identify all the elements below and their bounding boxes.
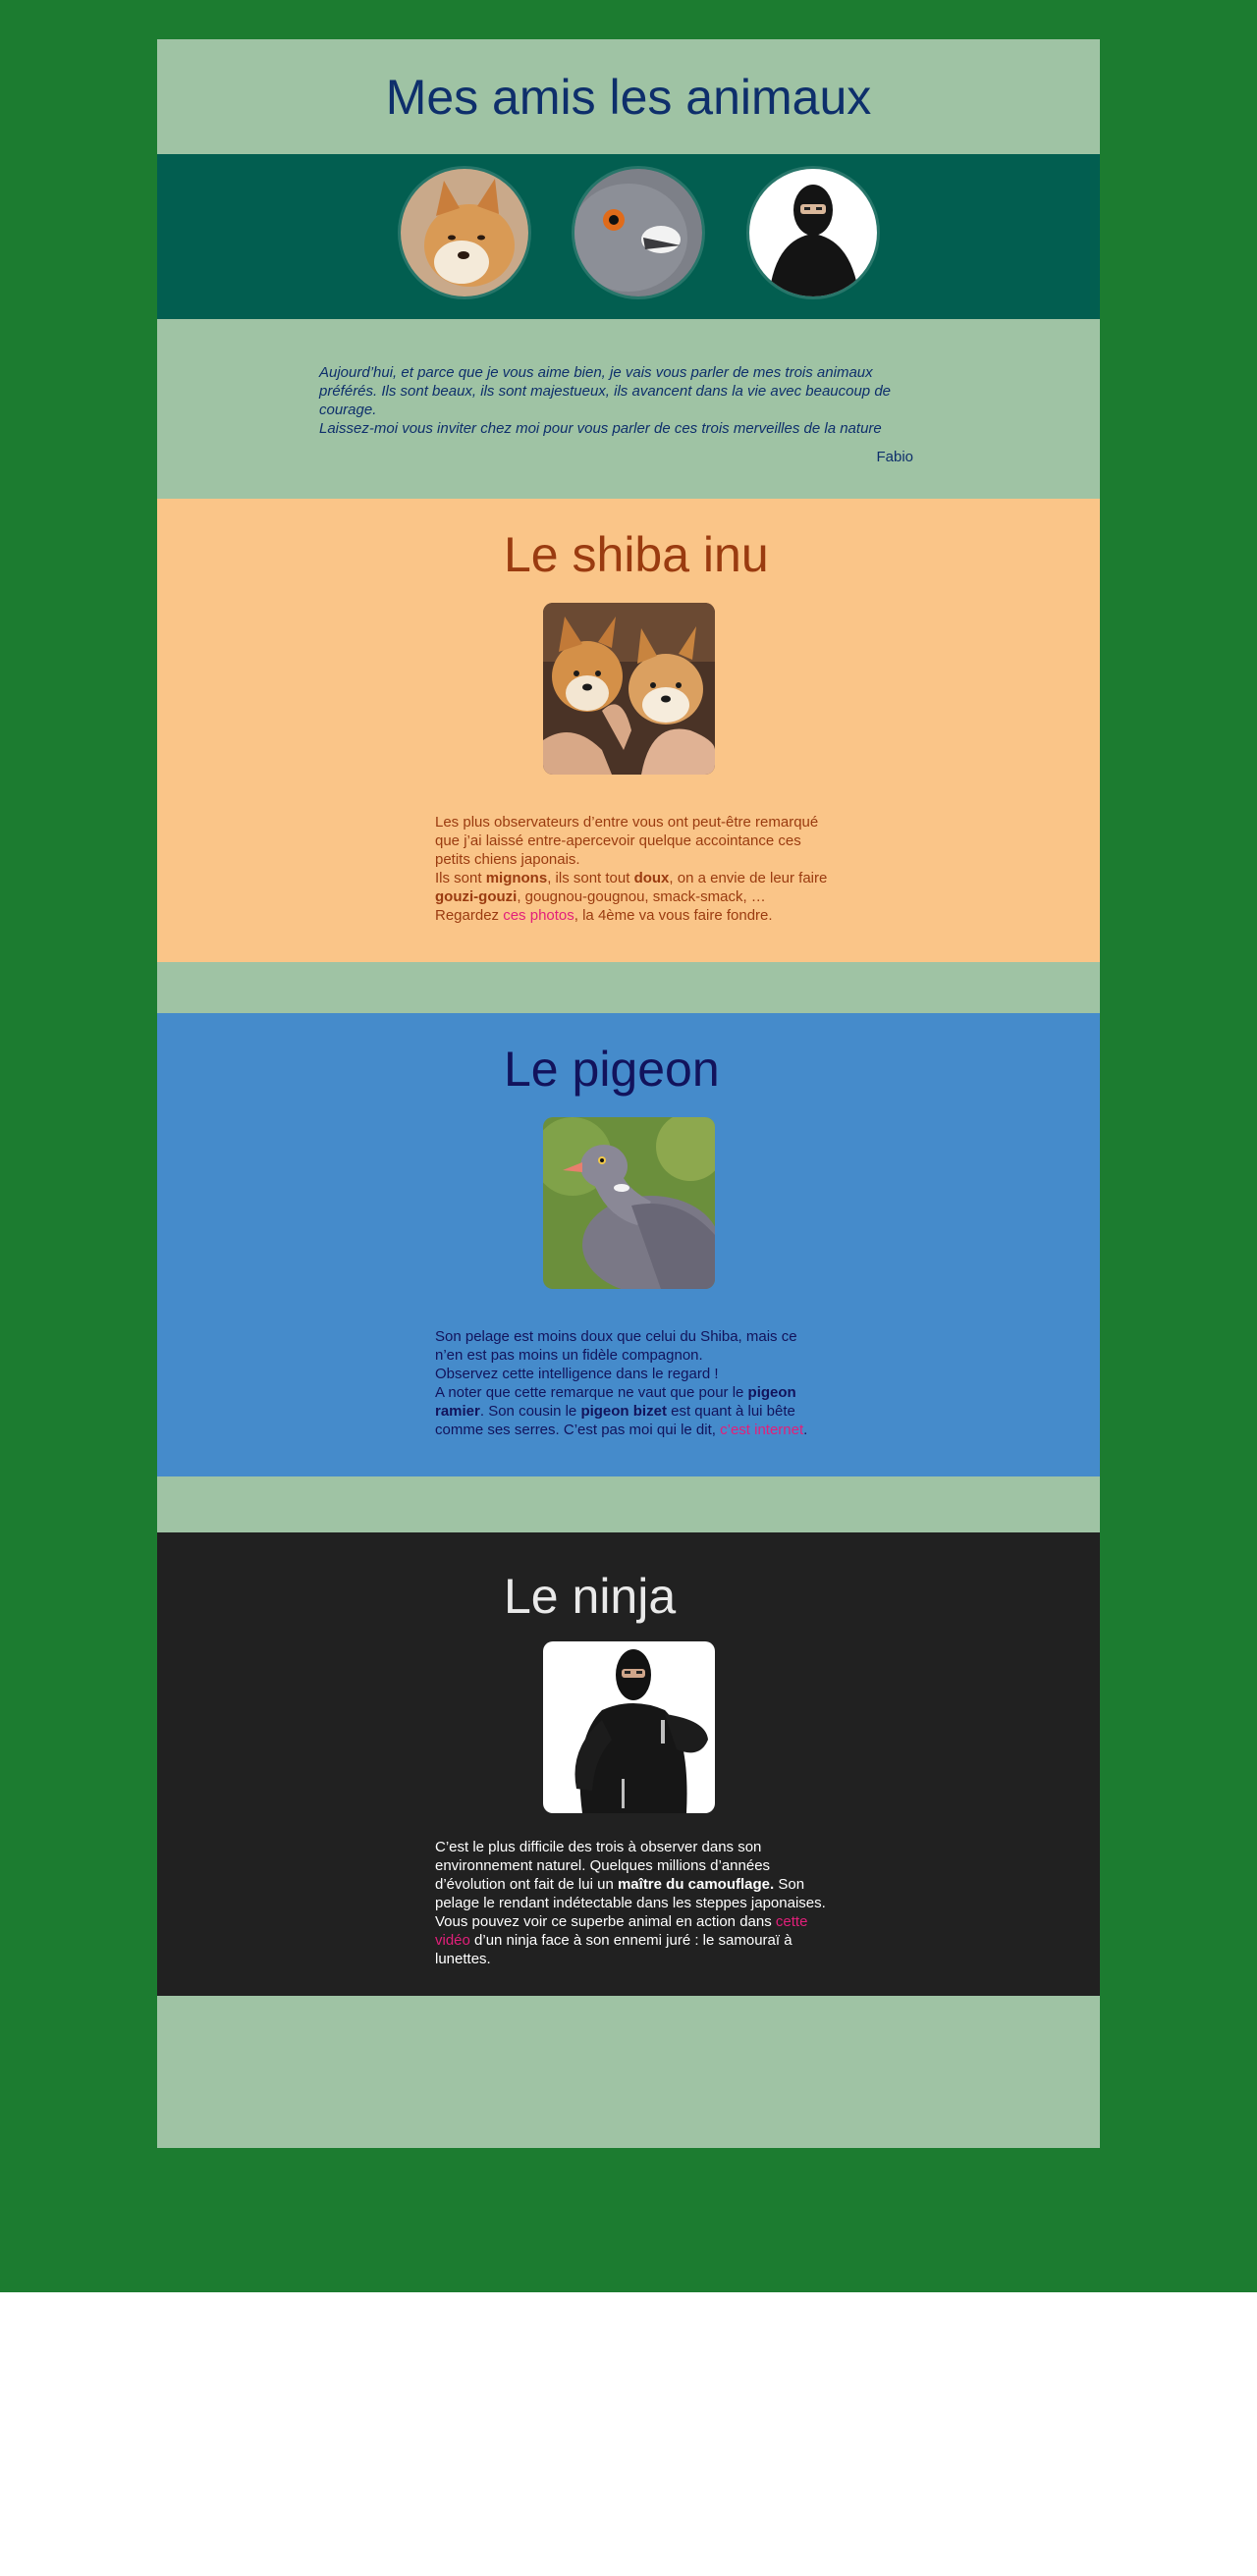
pigeon-paragraph-3: A noter que cette remarque ne vaut que p… (435, 1383, 828, 1439)
shiba-paragraph-1: Les plus observateurs d’entre vous ont p… (435, 814, 819, 868)
ninja-avatar-icon (749, 169, 877, 296)
shiba-avatar-icon (401, 169, 528, 296)
content-container: Mes amis les animaux Aujourd’hui, et par… (157, 39, 1100, 2148)
text-span: A noter que cette remarque ne vaut que p… (435, 1384, 748, 1401)
shiba-description: Les plus observateurs d’entre vous ont p… (435, 813, 828, 925)
text-span: , gougnou-gougnou, smack-smack, … (517, 888, 766, 905)
shiba-paragraph-2: Ils sont mignons, ils sont tout doux, on… (435, 869, 828, 906)
text-span: d’un ninja face à son ennemi juré : le s… (435, 1932, 792, 1967)
intro-invitation: Laissez-moi vous inviter chez moi pour v… (319, 420, 882, 437)
author-signature: Fabio (876, 449, 913, 465)
ninja-section: Le ninja C’est le plus difficile des tro… (157, 1532, 1100, 1996)
text-span: Vous pouvez voir ce superbe animal en ac… (435, 1913, 776, 1930)
bold-text: doux (633, 870, 670, 886)
pigeon-photo (543, 1117, 715, 1289)
avatar-band (157, 154, 1100, 319)
ninja-description: C’est le plus difficile des trois à obse… (435, 1838, 828, 1968)
shiba-title: Le shiba inu (504, 527, 769, 582)
pigeon-paragraph-2: Observez cette intelligence dans le rega… (435, 1366, 719, 1382)
pigeon-paragraph-1: Son pelage est moins doux que celui du S… (435, 1328, 797, 1364)
text-span: , la 4ème va vous faire fondre. (574, 907, 773, 924)
pigeon-title: Le pigeon (504, 1042, 720, 1097)
bold-text: pigeon bizet (580, 1403, 667, 1420)
text-span: , on a envie de leur faire (669, 870, 828, 886)
pigeon-internet-link[interactable]: c’est internet (720, 1422, 803, 1438)
shiba-paragraph-3: Regardez ces photos, la 4ème va vous fai… (435, 906, 828, 925)
text-span: . (803, 1422, 808, 1438)
ninja-paragraph-2: Vous pouvez voir ce superbe animal en ac… (435, 1912, 828, 1968)
intro-paragraph: Aujourd’hui, et parce que je vous aime b… (319, 364, 892, 418)
shiba-photo (543, 603, 715, 775)
pigeon-description: Son pelage est moins doux que celui du S… (435, 1327, 828, 1439)
intro-text: Aujourd’hui, et parce que je vous aime b… (319, 363, 913, 466)
site-header: Mes amis les animaux (157, 39, 1100, 154)
site-title: Mes amis les animaux (385, 70, 872, 125)
text-span: Regardez (435, 907, 504, 924)
ninja-title: Le ninja (504, 1569, 677, 1624)
text-span: Ils sont (435, 870, 486, 886)
shiba-section: Le shiba inu Les plus observateurs d’ent… (157, 499, 1100, 962)
bold-text: gouzi-gouzi (435, 888, 518, 905)
pigeon-avatar-icon (574, 169, 702, 296)
bold-text: maître du camouflage. (617, 1876, 775, 1893)
ninja-paragraph-1: C’est le plus difficile des trois à obse… (435, 1838, 828, 1912)
bold-text: mignons (485, 870, 548, 886)
ninja-photo (543, 1641, 715, 1813)
shiba-photos-link[interactable]: ces photos (503, 907, 574, 924)
pigeon-section: Le pigeon Son pelage est moins doux que … (157, 1013, 1100, 1476)
text-span: , ils sont tout (547, 870, 634, 886)
text-span: . Son cousin le (479, 1403, 581, 1420)
